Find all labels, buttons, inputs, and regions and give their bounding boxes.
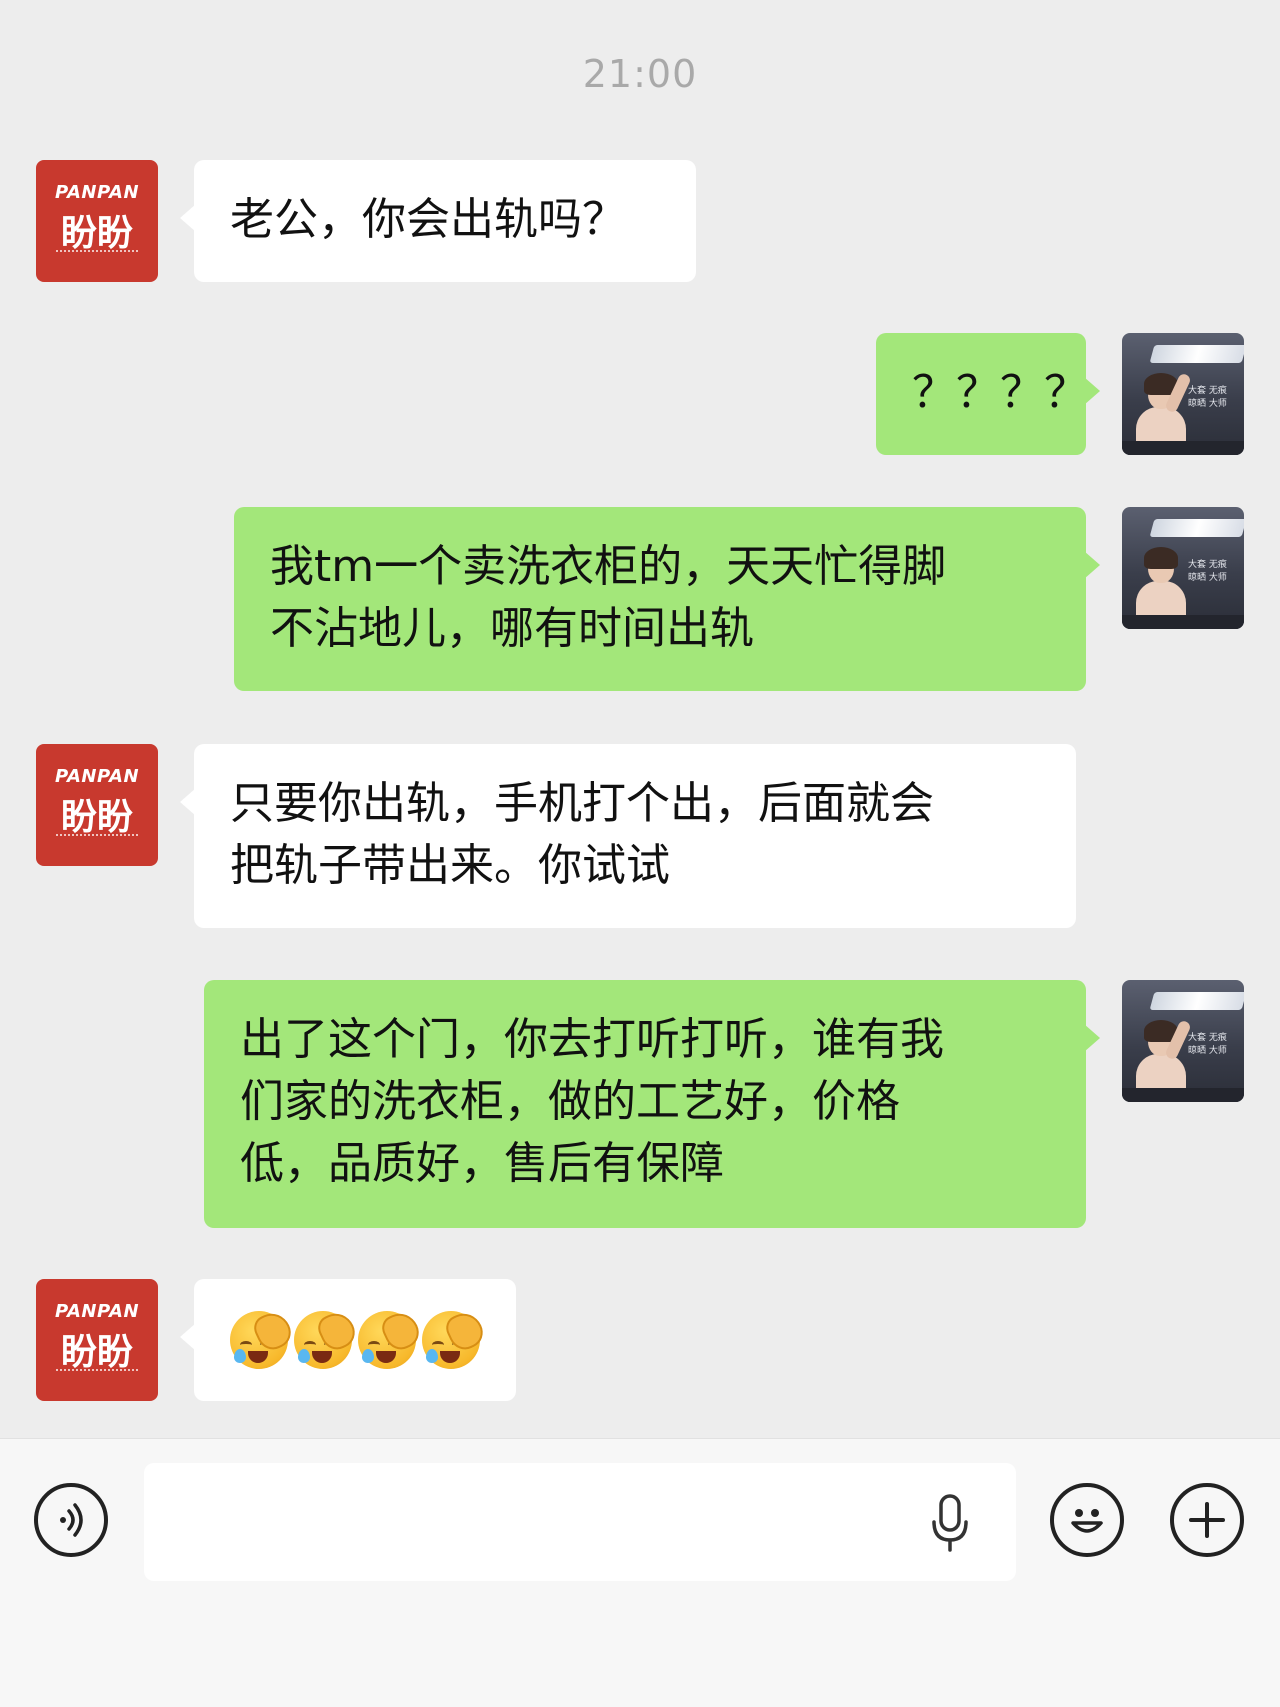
facepalm-crying-icon [294,1307,361,1369]
avatar-photo-floor [1122,615,1244,629]
contact-avatar[interactable]: PANPAN 盼盼 [36,1279,158,1401]
brand-logo-en: PANPAN [54,1301,140,1322]
contact-avatar[interactable]: PANPAN 盼盼 [36,744,158,866]
self-avatar[interactable]: 大套 无痕 晾晒 大师 [1122,980,1244,1102]
facepalm-crying-icon [230,1307,297,1369]
avatar-photo-ceiling [1149,519,1244,537]
facepalm-crying-icon [358,1307,425,1369]
message-bubble-incoming[interactable] [180,1279,516,1401]
plus-icon [1189,1502,1225,1538]
smile-icon [1071,1509,1103,1533]
brand-logo-en: PANPAN [54,182,140,203]
mic-icon[interactable] [930,1494,970,1554]
brand-logo-tagline [56,250,138,255]
chat-timestamp: 21:00 [582,52,698,96]
message-bubble-outgoing[interactable]: 出了这个门，你去打听打听，谁有我 们家的洗衣柜，做的工艺好，价格 低，品质好，售… [204,980,1100,1228]
brand-logo-tagline [56,834,138,839]
emoji-sequence [230,1279,489,1401]
self-avatar[interactable]: 大套 无痕 晾晒 大师 [1122,333,1244,455]
avatar-photo-ceiling [1149,992,1244,1010]
emoji-button[interactable] [1050,1483,1124,1557]
message-text: 只要你出轨，手机打个出，后面就会 把轨子带出来。你试试 [230,778,934,891]
message-text: 我tm一个卖洗衣柜的，天天忙得脚 不沾地儿，哪有时间出轨 [270,541,947,654]
facepalm-crying-icon [422,1307,489,1369]
avatar-photo-floor [1122,1088,1244,1102]
avatar-photo-caption: 大套 无痕 晾晒 大师 [1188,1033,1227,1056]
more-options-button[interactable] [1170,1483,1244,1557]
contact-avatar[interactable]: PANPAN 盼盼 [36,160,158,282]
brand-logo-cn: 盼盼 [60,797,133,838]
avatar-photo-hair [1144,547,1178,569]
brand-logo-cn: 盼盼 [60,1332,133,1373]
self-avatar[interactable]: 大套 无痕 晾晒 大师 [1122,507,1244,629]
message-text: 老公，你会出轨吗？ [230,194,626,245]
message-bubble-outgoing[interactable]: 我tm一个卖洗衣柜的，天天忙得脚 不沾地儿，哪有时间出轨 [234,507,1100,691]
brand-logo-cn: 盼盼 [60,213,133,254]
voice-icon [60,1503,83,1537]
brand-logo-en: PANPAN [54,766,140,787]
brand-logo-tagline [56,1369,138,1374]
avatar-photo-floor [1122,441,1244,455]
voice-input-button[interactable] [34,1483,108,1557]
avatar-photo-ceiling [1149,345,1244,363]
avatar-photo-caption: 大套 无痕 晾晒 大师 [1188,560,1227,583]
message-input[interactable] [144,1463,1016,1581]
message-bubble-outgoing[interactable]: ？？？？ [876,333,1100,455]
message-bubble-incoming[interactable]: 老公，你会出轨吗？ [180,160,696,282]
message-bubble-incoming[interactable]: 只要你出轨，手机打个出，后面就会 把轨子带出来。你试试 [180,744,1076,928]
avatar-photo-caption: 大套 无痕 晾晒 大师 [1188,386,1227,409]
message-text: 出了这个门，你去打听打听，谁有我 们家的洗衣柜，做的工艺好，价格 低，品质好，售… [240,1014,944,1189]
message-text: ？？？？ [912,367,1088,418]
